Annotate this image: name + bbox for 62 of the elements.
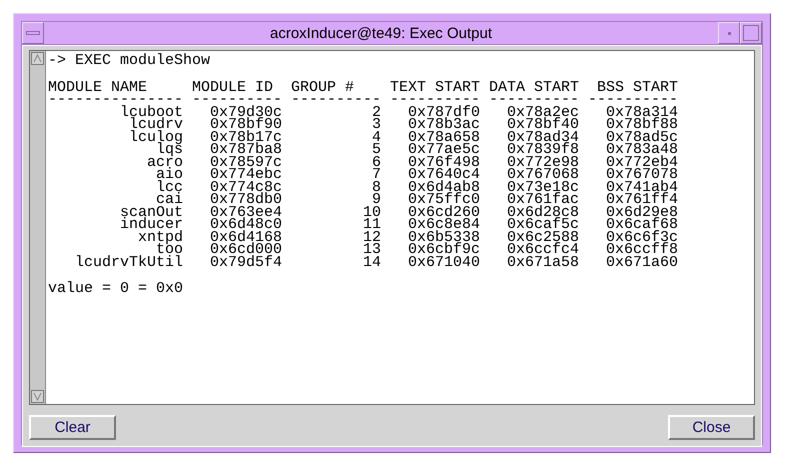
menu-bar-icon xyxy=(26,31,40,35)
table-cell-text: xntpd xyxy=(137,232,184,244)
clear-button[interactable]: Clear xyxy=(29,415,116,440)
table-cell-text: 0x78a658 xyxy=(407,132,480,144)
table-cell-text: 3 xyxy=(371,119,382,132)
column-header: DATA START xyxy=(489,82,580,94)
maximize-button[interactable] xyxy=(740,22,762,44)
table-cell-text: acro xyxy=(146,156,184,169)
table-cell-text: 14 xyxy=(362,256,382,269)
table-cell-text: lqs xyxy=(156,144,184,156)
window-title: acroxInducer@te49: Exec Output xyxy=(268,24,493,42)
table-cell-text: 12 xyxy=(362,232,382,244)
column-header: GROUP # xyxy=(291,82,356,94)
table-cell-text: 2 xyxy=(371,106,382,119)
column-header: MODULE ID xyxy=(192,82,274,94)
minimize-icon xyxy=(728,32,730,34)
column-header: MODULE NAME xyxy=(48,82,148,94)
table-cell-text: 9 xyxy=(372,194,382,206)
table-cell-text: 0x671a58 xyxy=(506,256,580,269)
scroll-up-icon[interactable] xyxy=(31,52,44,65)
table-cell-text: 0x767078 xyxy=(605,169,678,182)
command-line: -> EXEC moduleShow xyxy=(48,55,212,68)
table-cell-text: 0x767068 xyxy=(506,169,580,182)
table-cell-text: 0x772e98 xyxy=(506,156,580,169)
header-rule: ---------- xyxy=(588,94,678,106)
window-menu-button[interactable] xyxy=(22,22,44,44)
result-text: value = 0 = 0x0 xyxy=(48,283,184,296)
header-rule: ---------- xyxy=(390,94,480,106)
maximize-icon xyxy=(743,25,759,41)
table-cell-text: 0x6cd260 xyxy=(407,206,480,219)
table-cell-text: too xyxy=(156,244,184,256)
header-rule: ---------- xyxy=(192,94,282,106)
table-cell-text: 0x783a48 xyxy=(605,144,678,156)
table-cell-text: 4 xyxy=(371,132,382,144)
close-button[interactable]: Close xyxy=(668,415,755,440)
scroll-down-icon[interactable] xyxy=(31,390,44,403)
table-cell-text: 0x7640c4 xyxy=(407,169,480,182)
table-cell-text: 0x76f498 xyxy=(407,156,480,169)
table-cell-text: 0x78ad5c xyxy=(605,132,678,144)
table-cell-text: 6 xyxy=(371,156,382,169)
table-cell-text: 13 xyxy=(362,244,382,256)
table-cell-text: 0x671040 xyxy=(407,256,480,269)
header-rule: ---------- xyxy=(291,94,382,106)
table-cell-text: lcc xyxy=(155,182,184,194)
table-cell-text: 0x79d5f4 xyxy=(209,256,282,269)
column-header: BSS START xyxy=(596,82,678,94)
minimize-button[interactable] xyxy=(718,22,740,44)
table-cell-text: 7 xyxy=(371,169,382,182)
scrollbar[interactable] xyxy=(30,51,46,404)
table-cell-text: lculog xyxy=(128,132,184,144)
table-cell-text: 11 xyxy=(362,219,382,232)
table-cell-text: 0x6c8e84 xyxy=(407,219,480,232)
table-cell-text: 0x772eb4 xyxy=(605,156,678,169)
header-rule: ---------- xyxy=(489,94,580,106)
table-cell-text: 8 xyxy=(371,182,382,194)
column-header: TEXT START xyxy=(390,82,480,94)
table-cell-text: 5 xyxy=(371,144,382,156)
table-cell-text: 0x671a60 xyxy=(605,256,678,269)
header-rule: --------------- xyxy=(48,94,184,106)
table-cell-text: lcudrvTkUtil xyxy=(74,256,184,269)
table-cell-text: 0x77ae5c xyxy=(407,144,480,156)
table-cell-text: 10 xyxy=(362,206,382,219)
